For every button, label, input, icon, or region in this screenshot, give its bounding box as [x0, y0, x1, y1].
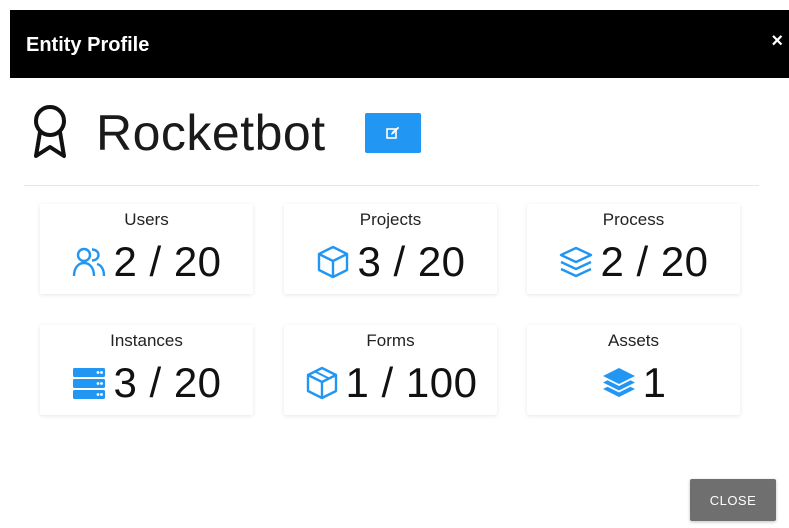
close-icon[interactable]: ×: [771, 30, 783, 52]
box-icon: [318, 245, 349, 279]
stat-value: 3 / 20: [113, 359, 222, 406]
stat-card-forms: Forms 1 / 100: [284, 325, 497, 415]
edit-button[interactable]: [365, 113, 421, 153]
entity-profile-dialog: Entity Profile × Rocketbot Users 2 / 20: [0, 0, 789, 528]
server-icon: [73, 368, 106, 399]
stat-card-assets: Assets 1: [527, 325, 740, 415]
stat-label: Assets: [607, 331, 660, 350]
users-icon: [73, 247, 106, 277]
stat-value: 1 / 100: [345, 359, 478, 406]
stat-label: Projects: [359, 210, 422, 229]
stat-card-process: Process 2 / 20: [527, 204, 740, 294]
stat-value: 2 / 20: [113, 238, 222, 285]
stat-label: Forms: [366, 331, 415, 350]
stat-label: Process: [602, 210, 665, 229]
stat-card-projects: Projects 3 / 20: [284, 204, 497, 294]
header-divider: [24, 185, 759, 186]
stat-value: 3 / 20: [357, 238, 466, 285]
stat-label: Users: [124, 210, 169, 229]
award-ribbon-icon: [34, 105, 66, 158]
edit-icon: [386, 126, 400, 139]
stat-value: 2 / 20: [600, 238, 709, 285]
stat-card-users: Users 2 / 20: [40, 204, 253, 294]
stat-card-instances: Instances 3 / 20: [40, 325, 253, 415]
dialog-titlebar: Entity Profile ×: [10, 10, 789, 78]
layers-icon: [560, 246, 593, 278]
entity-name: Rocketbot: [96, 105, 326, 161]
cube-icon: [306, 366, 337, 400]
layers-solid-icon: [602, 368, 635, 397]
entity-header: Rocketbot: [30, 94, 730, 174]
stat-label: Instances: [110, 331, 183, 350]
dialog-title: Entity Profile: [26, 34, 150, 56]
stat-value: 1: [642, 359, 667, 406]
close-button[interactable]: CLOSE: [690, 479, 776, 521]
